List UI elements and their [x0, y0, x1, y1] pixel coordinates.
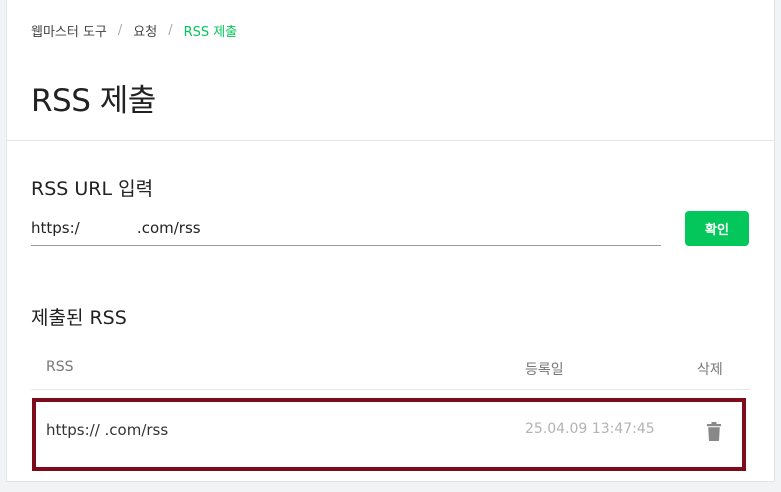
header-divider: [7, 140, 774, 141]
page-title: RSS 제출: [31, 83, 156, 119]
table-header-divider: [31, 389, 750, 390]
column-header-date: 등록일: [525, 362, 564, 378]
submitted-rss-section-label: 제출된 RSS: [31, 307, 127, 329]
delete-button[interactable]: [704, 420, 724, 442]
confirm-button[interactable]: 확인: [685, 211, 749, 246]
rss-url-cell: https:// .com/rss: [46, 421, 169, 439]
column-header-rss: RSS: [46, 359, 74, 375]
breadcrumb-separator: /: [168, 23, 173, 38]
rss-url-section-label: RSS URL 입력: [31, 178, 154, 200]
page-container: 웹마스터 도구 / 요청 / RSS 제출 RSS 제출 RSS URL 입력 …: [6, 0, 775, 482]
breadcrumb-item-current: RSS 제출: [183, 25, 238, 40]
trash-icon: [707, 421, 721, 441]
column-header-delete: 삭제: [697, 362, 723, 378]
breadcrumb: 웹마스터 도구 / 요청 / RSS 제출: [31, 21, 237, 40]
breadcrumb-item-request[interactable]: 요청: [133, 21, 157, 40]
rss-url-input[interactable]: [31, 211, 661, 246]
registered-date-cell: 25.04.09 13:47:45: [525, 421, 655, 437]
breadcrumb-item-webmaster-tools[interactable]: 웹마스터 도구: [31, 21, 107, 40]
breadcrumb-separator: /: [117, 23, 123, 38]
